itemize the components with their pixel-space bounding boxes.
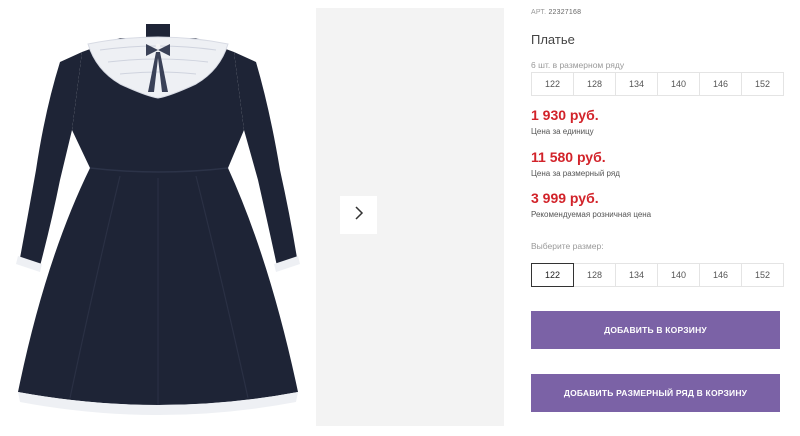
pack-price-label: Цена за размерный ряд — [531, 169, 620, 178]
chevron-right-icon — [354, 205, 364, 226]
size-option[interactable]: 134 — [615, 263, 658, 287]
pack-size-cell: 152 — [741, 72, 784, 96]
pack-price: 11 580 руб. — [531, 149, 606, 165]
product-gallery — [0, 0, 505, 431]
choose-size-label: Выберите размер: — [531, 241, 604, 251]
pack-size-cell: 128 — [573, 72, 616, 96]
dress-image — [16, 24, 300, 415]
retail-price-label: Рекомендуемая розничная цена — [531, 210, 652, 219]
next-image-button[interactable] — [340, 196, 377, 234]
size-option-selected[interactable]: 122 — [531, 263, 574, 287]
unit-price-label: Цена за единицу — [531, 127, 594, 136]
unit-price: 1 930 руб. — [531, 107, 599, 123]
size-option[interactable]: 140 — [657, 263, 700, 287]
size-option[interactable]: 152 — [741, 263, 784, 287]
article-value: 22327168 — [548, 9, 582, 16]
retail-price: 3 999 руб. — [531, 190, 599, 206]
product-title: Платье — [531, 32, 575, 47]
size-option[interactable]: 146 — [699, 263, 742, 287]
add-to-cart-button[interactable]: ДОБАВИТЬ В КОРЗИНУ — [531, 311, 780, 349]
article-label: АРТ. — [531, 9, 547, 16]
article-number: АРТ. 22327168 — [531, 9, 581, 16]
add-pack-to-cart-button[interactable]: ДОБАВИТЬ РАЗМЕРНЫЙ РЯД В КОРЗИНУ — [531, 374, 780, 412]
pack-size-list: 122 128 134 140 146 152 — [531, 72, 784, 96]
pack-note: 6 шт. в размерном ряду — [531, 60, 625, 70]
size-option[interactable]: 128 — [573, 263, 616, 287]
size-selector: 122 128 134 140 146 152 — [531, 263, 784, 287]
pack-size-cell: 140 — [657, 72, 700, 96]
pack-size-cell: 122 — [531, 72, 574, 96]
pack-size-cell: 146 — [699, 72, 742, 96]
product-photo[interactable] — [0, 0, 316, 431]
pack-size-cell: 134 — [615, 72, 658, 96]
